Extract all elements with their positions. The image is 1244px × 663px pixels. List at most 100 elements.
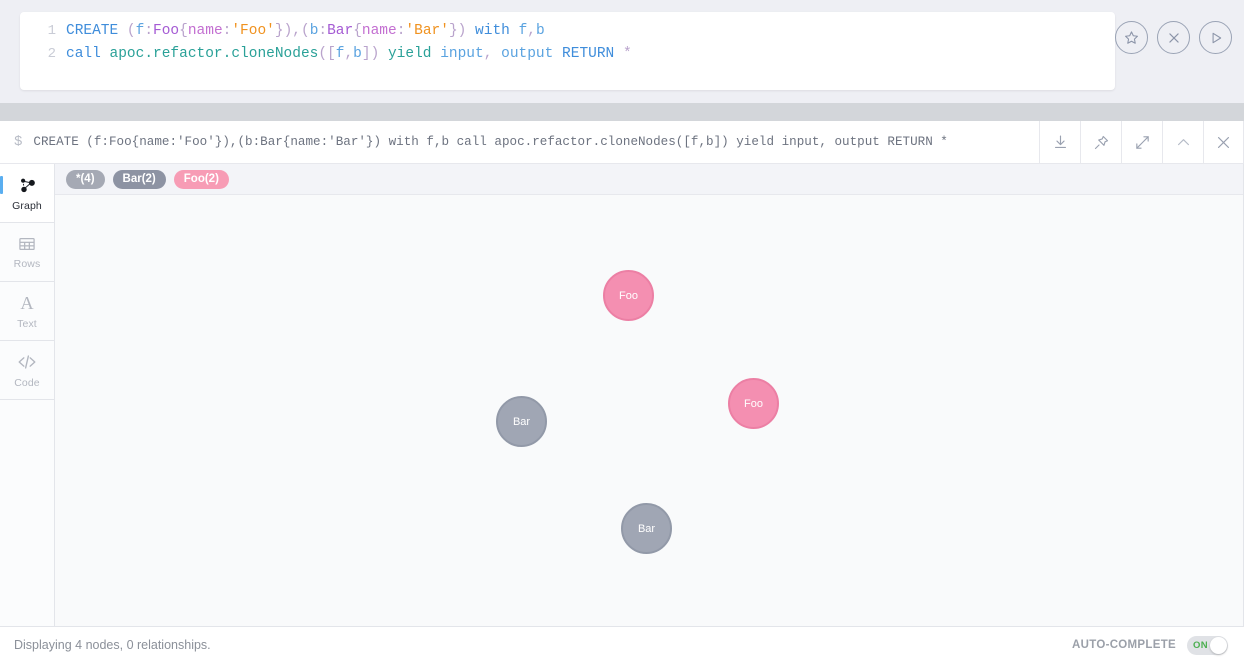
editor-action-buttons [1115,21,1232,54]
text-icon: A [20,293,34,313]
sidebar-item-graph[interactable]: Graph [0,164,54,223]
sidebar-item-code[interactable]: Code [0,341,54,400]
code-text: call apoc.refactor.cloneNodes([f,b]) yie… [66,43,632,66]
code-token: name [187,23,223,39]
view-switcher-sidebar: Graph Rows A Text Code [0,164,55,626]
code-token: yield [387,46,432,62]
play-icon [1212,32,1221,43]
code-token: CREATE [66,23,119,39]
pin-button[interactable] [1080,121,1121,163]
frame-query-display[interactable]: $ CREATE (f:Foo{name:'Foo'}),(b:Bar{name… [0,121,1039,163]
code-token: ( [126,23,136,39]
code-token: Bar [327,23,354,39]
frame-query-text: CREATE (f:Foo{name:'Foo'}),(b:Bar{name:'… [33,135,948,149]
graph-canvas[interactable]: Foo Foo Bar Bar [55,195,1243,626]
frame-body: Graph Rows A Text Code *(4) Bar(2) Foo(2… [0,164,1244,626]
code-token: ] [361,46,371,62]
prompt-symbol: $ [14,134,23,150]
frame-header: $ CREATE (f:Foo{name:'Foo'}),(b:Bar{name… [0,121,1244,164]
pin-icon [1094,135,1108,149]
bar-separator [0,103,1244,121]
code-token: * [622,46,632,62]
svg-text:A: A [20,293,34,313]
download-button[interactable] [1039,121,1080,163]
legend-pill[interactable]: *(4) [66,169,105,189]
line-number: 1 [47,23,56,39]
code-token: call [66,46,101,62]
expand-button[interactable] [1121,121,1162,163]
graph-node[interactable]: Foo [603,270,654,321]
graph-pane: *(4) Bar(2) Foo(2) Foo Foo Bar Bar [55,164,1244,626]
code-token: { [179,23,188,39]
graph-node[interactable]: Bar [621,503,672,554]
graph-node[interactable]: Bar [496,396,547,447]
code-token: input [440,46,484,62]
run-button[interactable] [1199,21,1232,54]
code-token: ( [300,23,310,39]
favorite-button[interactable] [1115,21,1148,54]
sidebar-item-rows[interactable]: Rows [0,223,54,282]
graph-node-label: Bar [637,522,656,535]
line-number: 2 [47,46,56,62]
code-token: { [353,23,362,39]
code-token: } [274,23,284,39]
sidebar-item-label: Graph [12,199,42,212]
code-icon [18,355,36,369]
code-token: RETURN [562,46,615,62]
status-text: Displaying 4 nodes, 0 relationships. [14,638,211,652]
graph-node-label: Bar [512,415,531,428]
result-frame: $ CREATE (f:Foo{name:'Foo'}),(b:Bar{name… [0,121,1244,663]
legend-bar: *(4) Bar(2) Foo(2) [55,164,1243,195]
code-token: , [292,23,301,39]
legend-pill[interactable]: Bar(2) [112,169,166,189]
toggle-knob [1210,636,1227,654]
close-icon [1168,32,1179,43]
collapse-button[interactable] [1162,121,1203,163]
code-token: 'Foo' [231,23,275,39]
status-bar: Displaying 4 nodes, 0 relationships. AUT… [0,626,1244,663]
code-token: [ [327,46,336,62]
graph-node[interactable]: Foo [728,378,779,429]
code-token: 'Bar' [405,23,449,39]
graph-icon [20,178,35,192]
code-line[interactable]: 1 CREATE (f:Foo{name:'Foo'}),(b:Bar{name:… [20,20,1115,43]
query-editor[interactable]: 1 CREATE (f:Foo{name:'Foo'}),(b:Bar{name:… [20,12,1115,90]
code-token: ) [283,23,293,39]
code-line[interactable]: 2 call apoc.refactor.cloneNodes([f,b]) yi… [20,43,1115,66]
code-token: b [353,46,362,62]
code-token: output [501,46,554,62]
autocomplete-toggle[interactable]: ON [1187,635,1228,655]
sidebar-item-text[interactable]: A Text [0,282,54,341]
close-frame-button[interactable] [1203,121,1244,163]
star-icon [1125,31,1138,44]
code-token: apoc.refactor.cloneNodes [109,46,319,62]
code-lines[interactable]: 1 CREATE (f:Foo{name:'Foo'}),(b:Bar{name:… [20,20,1115,66]
autocomplete-control: AUTO-COMPLETE ON [1072,635,1228,655]
code-token: ( [318,46,328,62]
sidebar-item-label: Text [17,318,37,330]
close-icon [1217,136,1230,148]
clear-button[interactable] [1157,21,1190,54]
legend-pill[interactable]: Foo(2) [173,169,229,189]
code-token: f [518,23,528,39]
download-icon [1054,135,1066,148]
code-text: CREATE (f:Foo{name:'Foo'}),(b:Bar{name:'… [66,20,545,43]
autocomplete-state-label: ON [1193,639,1208,651]
code-token: : [144,23,154,39]
code-token: with [475,23,510,39]
code-token: : [318,23,328,39]
code-token: Foo [153,23,180,39]
frame-toolbar [1039,121,1244,163]
code-token: name [361,23,397,39]
code-token: b [535,23,545,39]
graph-node-label: Foo [619,289,638,302]
code-token: ) [370,46,380,62]
